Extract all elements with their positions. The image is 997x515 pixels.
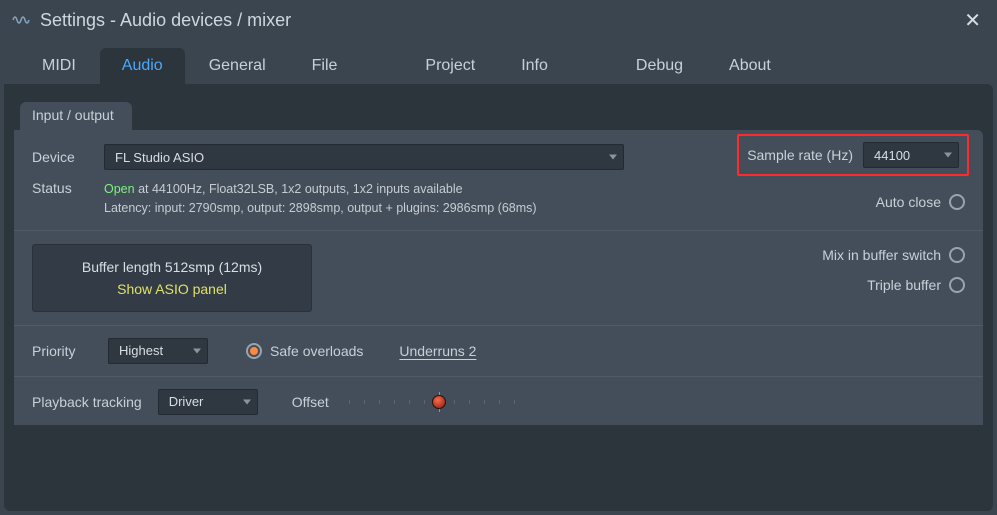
mix-in-buffer-label: Mix in buffer switch [822, 247, 941, 263]
chevron-down-icon [193, 348, 201, 353]
tab-project[interactable]: Project [403, 48, 497, 84]
triple-buffer-label: Triple buffer [867, 277, 941, 293]
show-asio-panel-link[interactable]: Show ASIO panel [59, 281, 285, 297]
divider [14, 325, 983, 326]
chevron-down-icon [944, 153, 952, 158]
divider [14, 230, 983, 231]
tab-audio[interactable]: Audio [100, 48, 185, 84]
chevron-down-icon [609, 155, 617, 160]
buffer-box: Buffer length 512smp (12ms) Show ASIO pa… [32, 244, 312, 312]
buffer-length-text: Buffer length 512smp (12ms) [59, 259, 285, 275]
status-label: Status [32, 180, 90, 196]
tabs-bar: MIDI Audio General File Project Info Deb… [0, 40, 997, 84]
underruns-link[interactable]: Underruns 2 [399, 343, 476, 359]
tab-label: About [729, 57, 771, 75]
sample-rate-value: 44100 [874, 148, 910, 163]
offset-slider[interactable] [349, 390, 529, 414]
priority-label: Priority [32, 343, 90, 359]
tab-about[interactable]: About [707, 48, 793, 84]
safe-overloads-label: Safe overloads [270, 343, 363, 359]
radio-icon [949, 194, 965, 210]
tab-info[interactable]: Info [499, 48, 570, 84]
tab-debug[interactable]: Debug [614, 48, 705, 84]
sample-rate-label: Sample rate (Hz) [747, 147, 853, 163]
titlebar: Settings - Audio devices / mixer ✕ [0, 0, 997, 40]
tab-file[interactable]: File [290, 48, 360, 84]
priority-dropdown[interactable]: Highest [108, 338, 208, 364]
app-icon [12, 11, 30, 29]
group-tab-io: Input / output [20, 102, 132, 130]
triple-buffer-toggle[interactable]: Triple buffer [867, 277, 965, 293]
safe-overloads-toggle[interactable]: Safe overloads [246, 343, 363, 359]
tab-label: File [312, 57, 338, 75]
chevron-down-icon [243, 399, 251, 404]
tab-general[interactable]: General [187, 48, 288, 84]
window-title: Settings - Audio devices / mixer [40, 10, 291, 31]
playback-row: Playback tracking Driver Offset [32, 389, 965, 415]
status-row: Status Open at 44100Hz, Float32LSB, 1x2 … [32, 180, 965, 218]
auto-close-label: Auto close [876, 194, 941, 210]
tab-label: Project [425, 57, 475, 75]
playback-tracking-dropdown[interactable]: Driver [158, 389, 258, 415]
sample-rate-dropdown[interactable]: 44100 [863, 142, 959, 168]
priority-row: Priority Highest Safe overloads Underrun… [32, 338, 965, 364]
content-area: Input / output Device FL Studio ASIO Sam… [4, 84, 993, 511]
tab-midi[interactable]: MIDI [20, 48, 98, 84]
tab-label: MIDI [42, 57, 76, 75]
auto-close-toggle[interactable]: Auto close [876, 194, 965, 210]
tab-label: Debug [636, 57, 683, 75]
mix-in-buffer-toggle[interactable]: Mix in buffer switch [822, 247, 965, 263]
close-icon[interactable]: ✕ [964, 8, 981, 33]
radio-icon [246, 343, 262, 359]
radio-icon [949, 247, 965, 263]
tab-label: Info [521, 57, 548, 75]
playback-tracking-label: Playback tracking [32, 394, 142, 410]
io-panel: Device FL Studio ASIO Sample rate (Hz) 4… [14, 130, 983, 425]
slider-knob[interactable] [432, 395, 446, 409]
buffer-row: Buffer length 512smp (12ms) Show ASIO pa… [32, 243, 965, 313]
status-line2: Latency: input: 2790smp, output: 2898smp… [104, 199, 537, 218]
radio-icon [949, 277, 965, 293]
priority-value: Highest [119, 343, 163, 358]
device-label: Device [32, 149, 90, 165]
tab-label: Audio [122, 57, 163, 75]
tab-label: General [209, 57, 266, 75]
divider [14, 376, 983, 377]
device-dropdown[interactable]: FL Studio ASIO [104, 144, 624, 170]
offset-label: Offset [292, 394, 329, 410]
status-line1: at 44100Hz, Float32LSB, 1x2 outputs, 1x2… [135, 182, 463, 196]
device-value: FL Studio ASIO [115, 150, 204, 165]
settings-window: Settings - Audio devices / mixer ✕ MIDI … [0, 0, 997, 515]
sample-rate-highlight: Sample rate (Hz) 44100 [737, 134, 969, 176]
device-row: Device FL Studio ASIO Sample rate (Hz) 4… [32, 144, 965, 170]
status-text: Open at 44100Hz, Float32LSB, 1x2 outputs… [104, 180, 537, 218]
status-open-word: Open [104, 182, 135, 196]
playback-tracking-value: Driver [169, 394, 204, 409]
